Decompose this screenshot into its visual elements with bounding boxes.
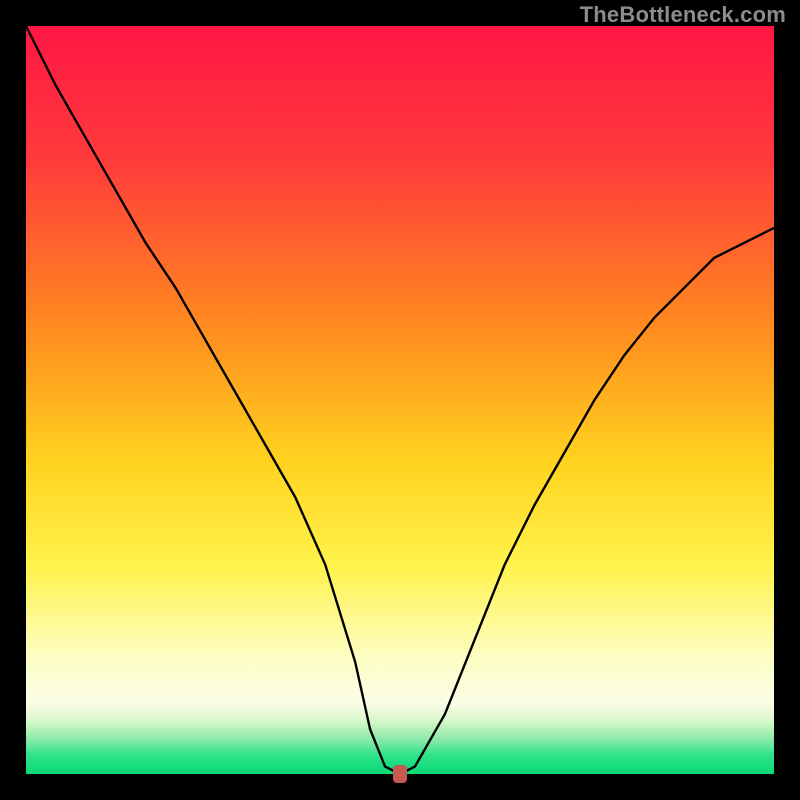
chart-frame: { "watermark": "TheBottleneck.com", "cha… <box>0 0 800 800</box>
plot-background <box>26 26 774 774</box>
bottleneck-chart <box>0 0 800 800</box>
min-marker <box>393 765 407 783</box>
